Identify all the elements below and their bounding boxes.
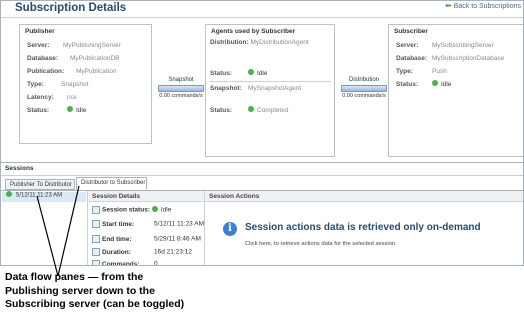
callout-line-left <box>36 195 59 277</box>
callout-line-right <box>57 185 80 277</box>
annotation-caption: Data flow panes — from the Publishing se… <box>5 271 184 312</box>
caption-line-3: Subscribing server (can be toggled) <box>5 298 185 310</box>
caption-line-1: Data flow panes — from the <box>5 271 144 283</box>
caption-line-2: Publishing server down to the <box>5 284 155 297</box>
